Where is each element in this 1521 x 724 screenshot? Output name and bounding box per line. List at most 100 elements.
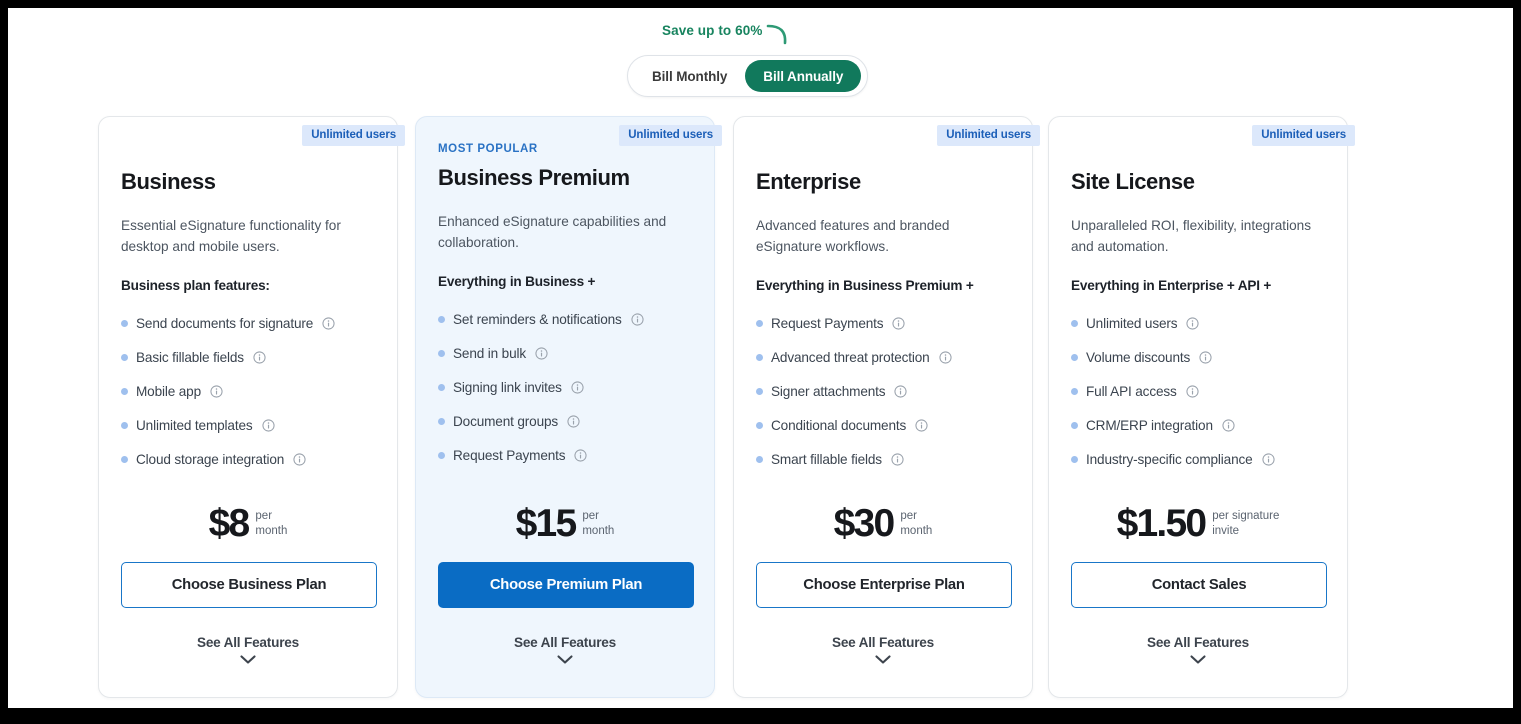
info-icon[interactable] xyxy=(571,380,584,394)
feature-item: Request Payments xyxy=(438,438,692,472)
feature-item: Full API access xyxy=(1071,374,1325,408)
feature-item: Cloud storage integration xyxy=(121,442,375,476)
tag-spacer xyxy=(756,145,1010,162)
bullet-icon xyxy=(438,349,445,357)
contact-sales-button[interactable]: Contact Sales xyxy=(1071,562,1327,608)
plan-description: Unparalleled ROI, flexibility, integrati… xyxy=(1071,218,1312,254)
info-icon[interactable] xyxy=(891,452,904,466)
see-all-features-label: See All Features xyxy=(513,635,617,650)
feature-label: Full API access xyxy=(1086,383,1177,399)
see-all-features-toggle[interactable]: See All Features xyxy=(1049,635,1347,665)
feature-item: Basic fillable fields xyxy=(121,340,375,374)
plan-name: Enterprise xyxy=(756,169,861,194)
plan-card-business-premium[interactable]: Unlimited users MOST POPULAR Business Pr… xyxy=(415,116,722,698)
see-all-features-toggle[interactable]: See All Features xyxy=(416,635,714,665)
price-block: $1.50 per signature invite xyxy=(1049,502,1347,546)
info-icon[interactable] xyxy=(1222,418,1235,432)
info-icon[interactable] xyxy=(892,316,906,330)
see-all-features-toggle[interactable]: See All Features xyxy=(734,635,1032,665)
feature-label: Document groups xyxy=(453,413,559,429)
info-icon[interactable] xyxy=(1186,316,1200,330)
price-unit-line2: month xyxy=(255,524,288,537)
plan-description: Enhanced eSignature capabilities and col… xyxy=(438,214,667,250)
info-icon[interactable] xyxy=(210,384,223,398)
info-icon[interactable] xyxy=(631,312,644,326)
price-amount: $8 xyxy=(208,502,251,545)
feature-label: Signer attachments xyxy=(771,383,886,399)
feature-label: Set reminders & notifications xyxy=(453,311,622,327)
plan-card-business[interactable]: Unlimited users Business Essential eSign… xyxy=(98,116,405,698)
price-unit-line1: per xyxy=(582,510,599,522)
bullet-icon xyxy=(121,387,128,395)
feature-list: Request Payments Advanced threat protect… xyxy=(756,306,1010,476)
price-unit-line1: per xyxy=(900,510,917,522)
plan-card-content: Site License Unparalleled ROI, flexibili… xyxy=(1049,117,1347,697)
feature-label: Request Payments xyxy=(771,315,884,331)
plan-card-content: Business Essential eSignature functional… xyxy=(99,117,397,697)
info-icon[interactable] xyxy=(567,414,580,428)
feature-item: Unlimited templates xyxy=(121,408,375,442)
info-icon[interactable] xyxy=(1261,452,1275,466)
price-unit-line2: month xyxy=(582,524,615,537)
price-unit: per month xyxy=(900,502,932,538)
feature-item: CRM/ERP integration xyxy=(1071,408,1325,442)
feature-item: Send documents for signature xyxy=(121,306,375,340)
features-heading: Everything in Enterprise + API + xyxy=(1071,278,1272,293)
pricing-page: Save up to 60% Bill Monthly Bill Annuall… xyxy=(8,8,1513,708)
feature-list: Send documents for signature Basic filla… xyxy=(121,306,375,476)
chevron-down-icon xyxy=(240,655,256,664)
plan-card-site-license[interactable]: Unlimited users Site License Unparallele… xyxy=(1048,116,1355,698)
chevron-down-icon xyxy=(1190,655,1206,664)
chevron-down-icon xyxy=(875,655,891,664)
bullet-icon xyxy=(121,421,128,429)
feature-item: Request Payments xyxy=(756,306,1010,340)
plan-description: Advanced features and branded eSignature… xyxy=(756,218,950,254)
feature-item: Industry-specific compliance xyxy=(1071,442,1325,476)
plan-card-enterprise[interactable]: Unlimited users Enterprise Advanced feat… xyxy=(733,116,1040,698)
info-icon[interactable] xyxy=(894,384,908,398)
price-amount: $1.50 xyxy=(1116,502,1207,545)
choose-plan-button[interactable]: Choose Business Plan xyxy=(121,562,377,608)
info-icon[interactable] xyxy=(322,316,335,330)
bullet-icon xyxy=(1071,353,1078,361)
feature-label: Unlimited users xyxy=(1086,315,1178,331)
info-icon[interactable] xyxy=(574,448,588,462)
bullet-icon xyxy=(756,421,763,429)
bullet-icon xyxy=(756,319,763,327)
price-unit: per month xyxy=(255,502,287,538)
features-heading: Everything in Business Premium + xyxy=(756,278,974,293)
price-unit: per signature invite xyxy=(1212,502,1279,538)
info-icon[interactable] xyxy=(1186,384,1199,398)
bullet-icon xyxy=(121,455,128,463)
price-unit-line2: month xyxy=(900,524,933,537)
feature-list: Set reminders & notifications Send in bu… xyxy=(438,302,692,472)
price-amount: $30 xyxy=(833,502,895,545)
see-all-features-toggle[interactable]: See All Features xyxy=(99,635,397,665)
info-icon[interactable] xyxy=(938,350,952,364)
feature-item: Unlimited users xyxy=(1071,306,1325,340)
info-icon[interactable] xyxy=(535,346,548,360)
bullet-icon xyxy=(438,417,445,425)
price-block: $15 per month xyxy=(416,502,714,546)
chevron-down-icon xyxy=(557,655,573,664)
info-icon[interactable] xyxy=(293,452,306,466)
see-all-features-label: See All Features xyxy=(196,635,300,650)
price-unit-line2: invite xyxy=(1212,524,1240,537)
info-icon[interactable] xyxy=(915,418,928,432)
feature-label: Request Payments xyxy=(453,447,566,463)
feature-label: Basic fillable fields xyxy=(136,349,244,365)
bullet-icon xyxy=(756,387,763,395)
choose-plan-button[interactable]: Choose Enterprise Plan xyxy=(756,562,1012,608)
info-icon[interactable] xyxy=(253,350,266,364)
bullet-icon xyxy=(1071,319,1078,327)
feature-label: Smart fillable fields xyxy=(771,451,882,467)
feature-item: Set reminders & notifications xyxy=(438,302,692,336)
price-block: $8 per month xyxy=(99,502,397,546)
choose-plan-button[interactable]: Choose Premium Plan xyxy=(438,562,694,608)
info-icon[interactable] xyxy=(261,418,275,432)
feature-label: Advanced threat protection xyxy=(771,349,930,365)
bullet-icon xyxy=(756,455,763,463)
feature-label: CRM/ERP integration xyxy=(1086,417,1213,433)
bullet-icon xyxy=(438,383,445,391)
info-icon[interactable] xyxy=(1199,350,1212,364)
